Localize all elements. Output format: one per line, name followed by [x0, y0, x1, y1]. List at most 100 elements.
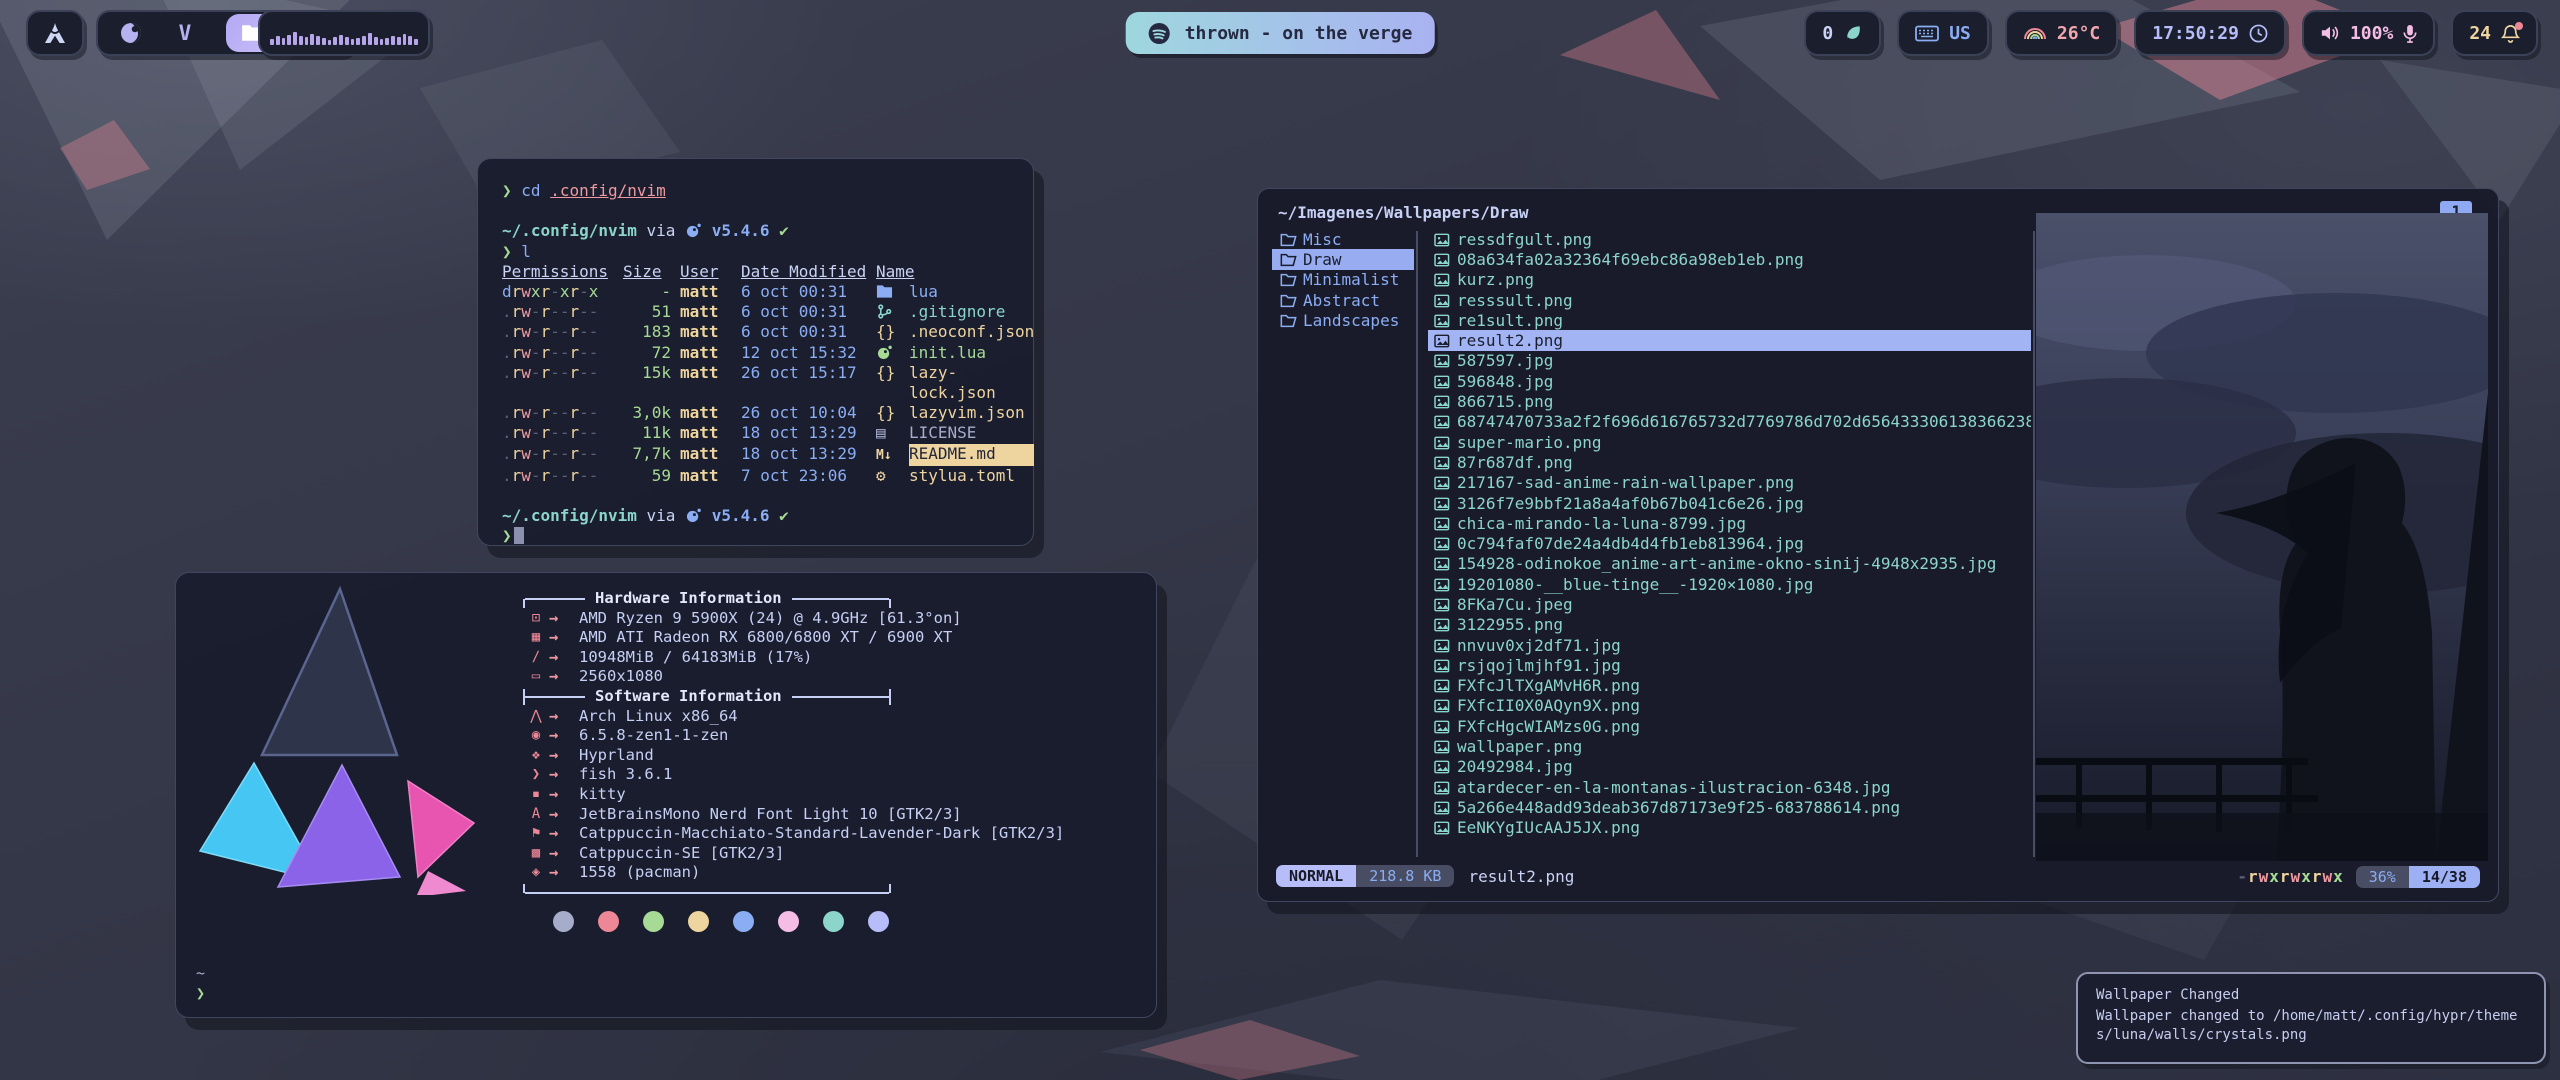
size-cell: - — [623, 282, 671, 302]
fetch-shell-prompt[interactable]: ~ ❯ — [196, 963, 205, 1003]
fetch-row: ∕ → 10948MiB / 64183MiB (17%) — [523, 648, 1143, 668]
image-file-icon — [1434, 676, 1450, 695]
file-row[interactable]: 866715.png — [1428, 391, 2031, 411]
file-row[interactable]: 154928-odinokoe_anime-art-anime-okno-sin… — [1428, 554, 2031, 574]
wallpaper-shard — [1560, 10, 1720, 100]
file-row[interactable]: wallpaper.png — [1428, 736, 2031, 756]
microphone-icon — [2403, 24, 2417, 43]
tray-keyboard-layout[interactable]: US — [1897, 10, 1989, 56]
terminal-input-line[interactable]: ❯ — [502, 526, 1009, 546]
file-name: FXfcJlTXgAMvH6R.png — [1457, 676, 1640, 695]
file-name: nnvuv0xj2df71.jpg — [1457, 636, 1621, 655]
hardware-icon: ▭ — [523, 667, 549, 687]
tray-notifications[interactable]: 24 — [2451, 10, 2538, 56]
launcher-button[interactable] — [26, 10, 84, 56]
volume-label: 100% — [2350, 23, 2393, 44]
tray-updates[interactable]: 0 — [1804, 10, 1881, 56]
file-row[interactable]: 587597.jpg — [1428, 351, 2031, 371]
spotify-icon — [1148, 22, 1171, 45]
system-tray: 0 US 26°C 17:50:29 100% 24 — [1804, 10, 2538, 56]
file-row[interactable]: 3126f7e9bbf21a8a4af0b67b041c6e26.jpg — [1428, 493, 2031, 513]
file-row[interactable]: kurz.png — [1428, 270, 2031, 290]
pane-divider — [1416, 231, 1418, 857]
arrow-icon: → — [549, 824, 579, 844]
file-row[interactable]: FXfcJlTXgAMvH6R.png — [1428, 676, 2031, 696]
file-name: 596848.jpg — [1457, 372, 1553, 391]
arrow-icon: → — [549, 648, 579, 668]
vim-icon[interactable]: V — [172, 20, 198, 46]
file-row[interactable]: FXfcII0X0AQyn9X.png — [1428, 696, 2031, 716]
sidebar-folder-item[interactable]: Landscapes — [1272, 310, 1414, 330]
file-row[interactable]: EeNKYgIUcAAJ5JX.png — [1428, 818, 2031, 838]
file-name: 87r687df.png — [1457, 453, 1573, 472]
file-row[interactable]: 217167-sad-anime-rain-wallpaper.png — [1428, 473, 2031, 493]
tray-clock[interactable]: 17:50:29 — [2134, 10, 2286, 56]
file-name: atardecer-en-la-montanas-ilustracion-634… — [1457, 778, 1890, 797]
file-name: 19201080-__blue-tinge__-1920×1080.jpg — [1457, 575, 1813, 594]
firefox-icon[interactable] — [118, 20, 144, 46]
image-file-icon — [1434, 595, 1450, 614]
file-row[interactable]: chica-mirando-la-luna-8799.jpg — [1428, 513, 2031, 533]
file-row[interactable]: 87r687df.png — [1428, 452, 2031, 472]
file-row[interactable]: resssult.png — [1428, 290, 2031, 310]
file-row[interactable]: ressdfgult.png — [1428, 229, 2031, 249]
file-name: init.lua — [909, 343, 1034, 363]
folder-name: Abstract — [1303, 291, 1380, 310]
file-name: 217167-sad-anime-rain-wallpaper.png — [1457, 473, 1794, 492]
permissions-cell: .rw-r--r-- — [502, 423, 614, 443]
file-row[interactable]: 08a634fa02a32364f69ebc86a98eb1eb.png — [1428, 249, 2031, 269]
file-row[interactable]: 0c794faf07de24a4db4d4fb1eb813964.jpg — [1428, 533, 2031, 553]
status-bar: NORMAL 218.8 KB result2.png -rwxrwxrwx 3… — [1276, 863, 2480, 889]
size-cell: 15k — [623, 363, 671, 403]
file-row[interactable]: 8FKa7Cu.jpeg — [1428, 594, 2031, 614]
software-icon: ⚑ — [523, 824, 549, 844]
permissions-cell: .rw-r--r-- — [502, 444, 614, 466]
file-listing: Permissions Size User Date Modified Name — [502, 262, 1009, 282]
palette-dot — [688, 911, 709, 932]
file-name: 08a634fa02a32364f69ebc86a98eb1eb.png — [1457, 250, 1804, 269]
file-row[interactable]: nnvuv0xj2df71.jpg — [1428, 635, 2031, 655]
sidebar-folder-item[interactable]: Draw — [1272, 249, 1414, 269]
file-name: FXfcII0X0AQyn9X.png — [1457, 696, 1640, 715]
user-cell: matt — [680, 466, 732, 486]
file-row[interactable]: 20492984.jpg — [1428, 757, 2031, 777]
music-widget[interactable]: thrown - on the verge — [1126, 12, 1435, 54]
file-row[interactable]: result2.png — [1428, 330, 2031, 350]
file-row[interactable]: super-mario.png — [1428, 432, 2031, 452]
file-row[interactable]: rsjqojlmjhf91.jpg — [1428, 655, 2031, 675]
file-row[interactable]: 19201080-__blue-tinge__-1920×1080.jpg — [1428, 574, 2031, 594]
sidebar-folder-item[interactable]: Minimalist — [1272, 270, 1414, 290]
file-list-pane: ressdfgult.png 08a634fa02a32364f69ebc86a… — [1428, 229, 2031, 843]
tray-volume[interactable]: 100% — [2302, 10, 2435, 56]
notification-popup[interactable]: Wallpaper Changed Wallpaper changed to /… — [2076, 972, 2546, 1064]
file-row[interactable]: 3122955.png — [1428, 615, 2031, 635]
arch-logo-icon — [43, 21, 67, 45]
user-cell: matt — [680, 302, 732, 322]
file-row[interactable]: 5a266e448add93deab367d87173e9f25-6837886… — [1428, 797, 2031, 817]
fetch-value: AMD Ryzen 9 5900X (24) @ 4.9GHz [61.3°on… — [579, 609, 1143, 629]
column-header: Date Modified — [741, 262, 867, 282]
file-row[interactable]: atardecer-en-la-montanas-ilustracion-634… — [1428, 777, 2031, 797]
sidebar-folder-item[interactable]: Abstract — [1272, 290, 1414, 310]
permissions-cell: .rw-r--r-- — [502, 403, 614, 423]
file-name: lua — [909, 282, 1034, 302]
section-footer-line — [523, 883, 891, 903]
preview-image — [2036, 213, 2488, 861]
file-row[interactable]: FXfcHgcWIAMzs0G.png — [1428, 716, 2031, 736]
image-file-icon — [1434, 534, 1450, 553]
fetch-row: ⚑ → Catppuccin-Macchiato-Standard-Lavend… — [523, 824, 1143, 844]
image-file-icon — [1434, 453, 1450, 472]
file-row[interactable]: 596848.jpg — [1428, 371, 2031, 391]
file-row[interactable]: re1sult.png — [1428, 310, 2031, 330]
file-row[interactable]: 68747470733a2f2f696d616765732d7769786d70… — [1428, 412, 2031, 432]
fetch-row: ❖ → Hyprland — [523, 746, 1143, 766]
image-file-icon — [1434, 494, 1450, 513]
image-file-icon — [1434, 615, 1450, 634]
folder-open-icon — [1280, 291, 1297, 310]
file-type-icon: {} — [876, 403, 900, 423]
column-header: User — [680, 262, 732, 282]
software-icon: ❯ — [523, 765, 549, 785]
sidebar-folder-item[interactable]: Misc — [1272, 229, 1414, 249]
tray-weather[interactable]: 26°C — [2005, 10, 2118, 56]
software-icon: ▪ — [523, 785, 549, 805]
